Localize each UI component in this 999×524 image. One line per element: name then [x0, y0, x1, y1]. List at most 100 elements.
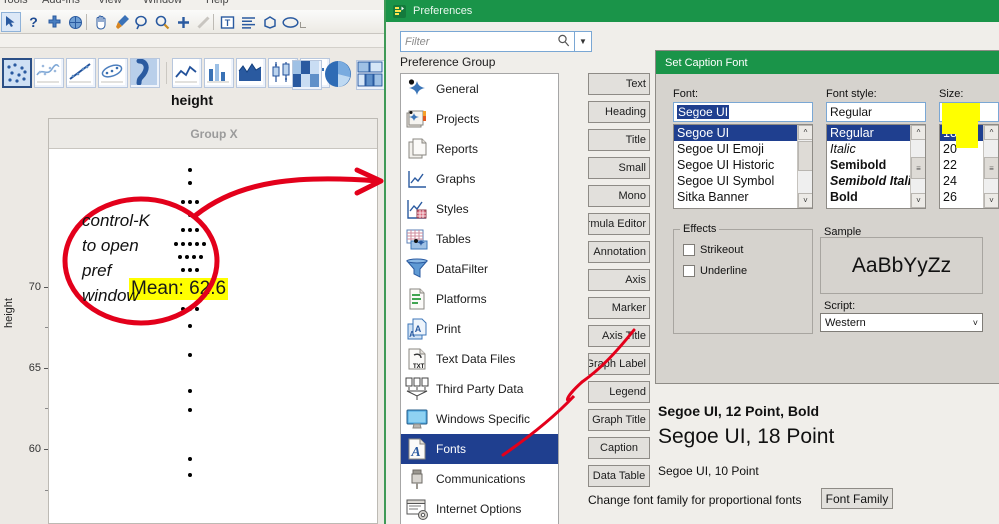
data-point[interactable]	[188, 323, 192, 328]
pie-chart-icon[interactable]	[324, 60, 354, 90]
preference-group-list[interactable]: General Projects Reports Graphs Styles T…	[400, 73, 559, 524]
font-button-data-table[interactable]: Data Table	[588, 465, 650, 487]
sidebar-item-fonts[interactable]: A Fonts	[401, 434, 558, 464]
data-point[interactable]	[195, 200, 199, 205]
menu-item-view[interactable]: View	[98, 0, 122, 6]
scroll-down-icon[interactable]: ˅	[798, 193, 812, 208]
font-button-title[interactable]: Title	[588, 129, 650, 151]
filter-control[interactable]: Filter ▼	[400, 31, 592, 52]
font-list-item[interactable]: Segoe UI	[674, 125, 797, 141]
bar-chart-icon[interactable]	[204, 58, 234, 88]
data-point[interactable]	[188, 388, 192, 393]
size-list-item[interactable]: 24	[940, 173, 983, 189]
toolbar-overflow-icon[interactable]	[300, 22, 306, 28]
checkbox-box[interactable]	[683, 244, 695, 256]
data-point[interactable]	[188, 200, 192, 205]
crosshair-icon[interactable]	[45, 13, 64, 31]
sidebar-item-reports[interactable]: Reports	[401, 134, 558, 164]
size-list-item[interactable]: 26	[940, 189, 983, 205]
font-button-graph-title[interactable]: Graph Title	[588, 409, 650, 431]
brush-icon[interactable]	[112, 13, 131, 31]
heatmap-icon[interactable]	[292, 60, 322, 90]
font-button-heading[interactable]: Heading	[588, 101, 650, 123]
style-list-item[interactable]: Italic	[827, 141, 910, 157]
plus-icon[interactable]	[174, 13, 193, 31]
font-input[interactable]: Segoe UI	[673, 102, 813, 122]
plot-canvas[interactable]: Mean: 62.6	[49, 150, 377, 523]
zoom-icon[interactable]	[153, 13, 172, 31]
data-point[interactable]	[188, 180, 192, 185]
menu-item-addins[interactable]: Add-Ins	[42, 0, 80, 6]
data-point[interactable]	[188, 167, 192, 172]
style-list-item[interactable]: Bold	[827, 189, 910, 205]
font-list[interactable]: Segoe UI Segoe UI Emoji Segoe UI Histori…	[673, 124, 813, 209]
menu-item-tools[interactable]: Tools	[2, 0, 28, 6]
sidebar-item-internet-options[interactable]: Internet Options	[401, 494, 558, 524]
filter-input[interactable]: Filter	[400, 31, 575, 52]
font-list-item[interactable]: Sitka Banner	[674, 189, 797, 205]
area-chart-icon[interactable]	[236, 58, 266, 88]
sidebar-item-third-party-data[interactable]: Third Party Data	[401, 374, 558, 404]
scroll-up-icon[interactable]: ^	[911, 125, 925, 140]
sidebar-item-general[interactable]: General	[401, 74, 558, 104]
magnifier-icon[interactable]	[557, 34, 570, 50]
treemap-icon[interactable]	[356, 60, 384, 90]
data-point[interactable]	[188, 456, 192, 461]
font-button-marker[interactable]: Marker	[588, 297, 650, 319]
ellipse-fit-icon[interactable]	[98, 58, 128, 88]
font-button-caption[interactable]: Caption	[588, 437, 650, 459]
font-button-text[interactable]: Text	[588, 73, 650, 95]
font-family-button[interactable]: Font Family	[821, 488, 893, 509]
hand-icon[interactable]	[91, 13, 110, 31]
font-list-scrollbar[interactable]: ^ ˅	[797, 125, 812, 208]
style-list-item[interactable]: Regular	[827, 125, 910, 141]
data-point[interactable]	[181, 200, 185, 205]
help-icon[interactable]: ?	[24, 13, 43, 31]
data-point[interactable]	[188, 352, 192, 357]
sidebar-item-text-data-files[interactable]: TXT Text Data Files	[401, 344, 558, 374]
font-button-annotation[interactable]: Annotation	[588, 241, 650, 263]
sidebar-item-platforms[interactable]: Platforms	[401, 284, 558, 314]
font-button-mono[interactable]: Mono	[588, 185, 650, 207]
font-style-list[interactable]: Regular Italic Semibold Semibold Italic …	[826, 124, 926, 209]
sidebar-item-graphs[interactable]: Graphs	[401, 164, 558, 194]
font-list-item[interactable]: Segoe UI Historic	[674, 157, 797, 173]
font-button-small[interactable]: Small	[588, 157, 650, 179]
chevron-down-icon[interactable]: ˅	[973, 318, 978, 328]
size-list-scrollbar[interactable]: ^ ≡ ˅	[983, 125, 998, 208]
font-style-input[interactable]: Regular	[826, 102, 926, 122]
pointer-icon[interactable]	[1, 12, 21, 32]
strikeout-checkbox[interactable]: Strikeout	[683, 244, 743, 256]
magnifier-globe-icon[interactable]	[66, 13, 85, 31]
contour-icon[interactable]	[130, 58, 160, 88]
scroll-up-icon[interactable]: ^	[798, 125, 812, 140]
font-button-axis[interactable]: Axis	[588, 269, 650, 291]
chevron-down-icon[interactable]: ▼	[575, 31, 592, 52]
text-tool-icon[interactable]: T	[218, 13, 237, 31]
script-select[interactable]: Western ˅	[820, 313, 983, 332]
points-icon[interactable]	[2, 58, 32, 88]
lasso-icon[interactable]	[132, 13, 151, 31]
data-point[interactable]	[188, 473, 192, 478]
font-list-item[interactable]: Segoe UI Symbol	[674, 173, 797, 189]
sidebar-item-tables[interactable]: Tables	[401, 224, 558, 254]
font-button-formula-editor[interactable]: Formula Editor	[588, 213, 650, 235]
size-list-item[interactable]: 22	[940, 157, 983, 173]
sidebar-item-print[interactable]: AA Print	[401, 314, 558, 344]
scrollbar-thumb[interactable]: ≡	[984, 157, 998, 179]
smoother-icon[interactable]	[34, 58, 64, 88]
scrollbar-thumb[interactable]	[798, 141, 812, 171]
style-list-item[interactable]: Semibold	[827, 157, 910, 173]
ellipse-icon[interactable]	[281, 13, 300, 31]
size-list-item[interactable]: 28	[940, 205, 983, 208]
sidebar-item-projects[interactable]: Projects	[401, 104, 558, 134]
scroll-down-icon[interactable]: ˅	[984, 193, 998, 208]
sidebar-item-styles[interactable]: Styles	[401, 194, 558, 224]
scrollbar-thumb[interactable]: ≡	[911, 157, 925, 179]
underline-checkbox[interactable]: Underline	[683, 265, 747, 277]
font-button-graph-label[interactable]: Graph Label	[588, 353, 650, 375]
font-button-axis-title[interactable]: Axis Title	[588, 325, 650, 347]
checkbox-box[interactable]	[683, 265, 695, 277]
line-chart-icon[interactable]	[172, 58, 202, 88]
sidebar-item-communications[interactable]: Communications	[401, 464, 558, 494]
